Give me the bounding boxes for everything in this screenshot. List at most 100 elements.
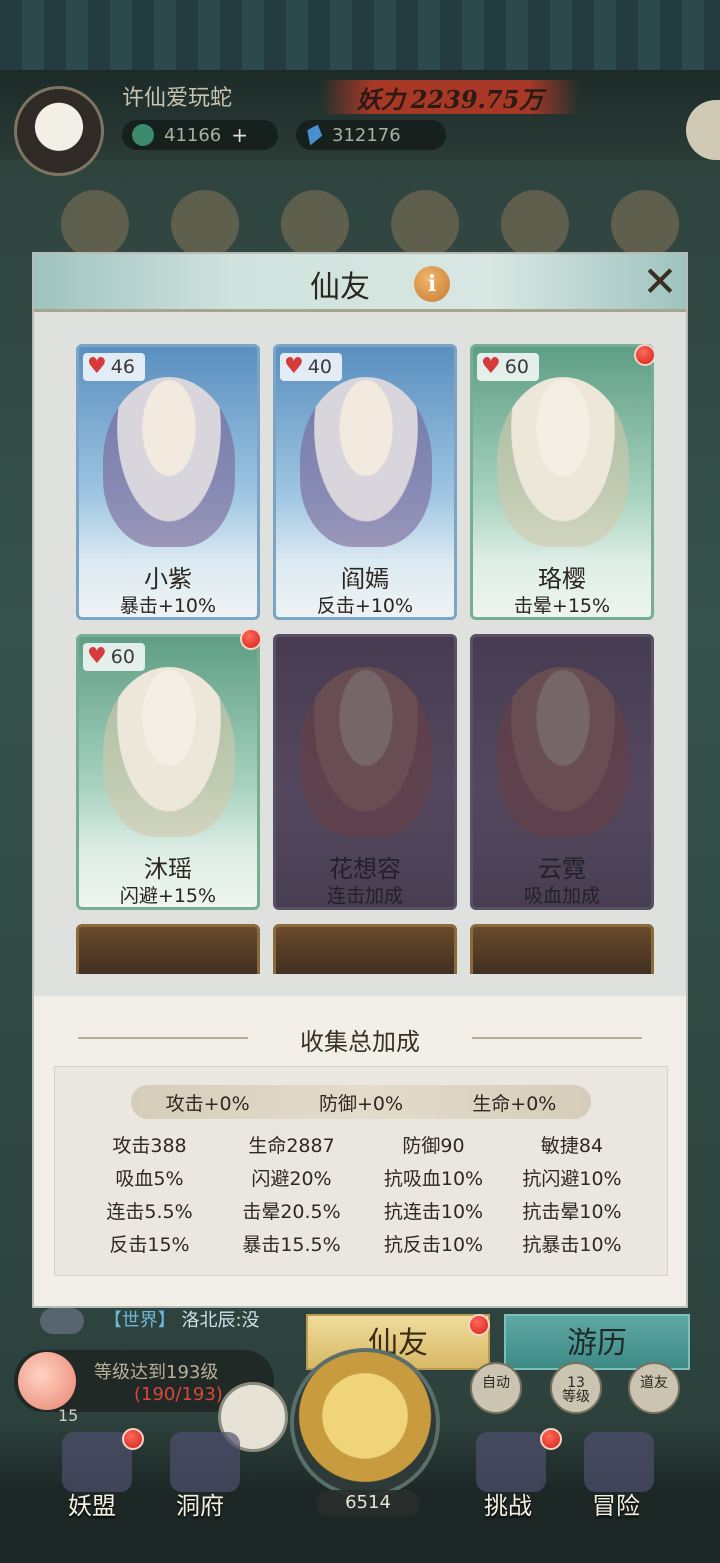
stat-value: 抗击晕10%	[522, 1201, 622, 1223]
collection-title: 收集总加成	[300, 1028, 420, 1056]
gem-value: 312176	[332, 124, 401, 146]
power-display: 妖力 2239.75万	[320, 80, 580, 114]
companion-bonus: 暴击+10%	[119, 595, 217, 617]
affection-badge: ♥ 60	[477, 353, 539, 381]
summary-attack: 攻击+0%	[165, 1092, 250, 1115]
nav-tiaozhan[interactable]: 挑战	[484, 1486, 532, 1521]
affection-badge: ♥ 46	[83, 353, 145, 381]
daoyou-button[interactable]: 道友	[628, 1362, 680, 1414]
companion-card-muyao[interactable]: ♥ 60 沐瑶 闪避+15%	[76, 634, 260, 910]
close-icon[interactable]: ✕	[638, 260, 682, 304]
heart-icon: ♥	[284, 354, 304, 379]
companion-card-partial[interactable]	[76, 924, 260, 974]
companion-bonus: 击晕+15%	[513, 595, 611, 617]
affection-badge: ♥ 40	[280, 353, 342, 381]
companion-name: 阎嫣	[341, 565, 389, 593]
coin-icon	[132, 124, 154, 146]
companion-portrait	[497, 377, 629, 547]
companion-name: 云霓	[538, 855, 586, 883]
companion-card-xiaozi[interactable]: ♥ 46 小紫 暴击+10%	[76, 344, 260, 620]
level-task-text: 等级达到193级	[94, 1362, 219, 1383]
affection-value: 60	[504, 356, 529, 378]
companion-name: 花想容	[329, 855, 401, 883]
heart-icon: ♥	[87, 354, 107, 379]
add-coins-button[interactable]: +	[231, 123, 248, 147]
notification-dot	[240, 628, 262, 650]
modal-title: 仙友	[310, 270, 370, 305]
gem-counter: 312176	[296, 120, 446, 150]
coin-value: 41166	[164, 124, 222, 146]
stat-value: 闪避20%	[251, 1168, 332, 1190]
companion-card-luoying[interactable]: ♥ 60 珞樱 击晕+15%	[470, 344, 654, 620]
auto-label: 自动	[482, 1375, 510, 1391]
companion-card-partial[interactable]	[470, 924, 654, 974]
collection-summary: 攻击+0% 防御+0% 生命+0%	[131, 1085, 591, 1119]
companion-card-yanyan[interactable]: ♥ 40 阎嫣 反击+10%	[273, 344, 457, 620]
companion-card-yunni[interactable]: 云霓 吸血加成	[470, 634, 654, 910]
stat-value: 抗反击10%	[383, 1234, 484, 1256]
power-value: 2239.75万	[410, 84, 544, 114]
nav-maoxian[interactable]: 冒险	[592, 1486, 640, 1521]
stat-value: 暴击15.5%	[242, 1234, 341, 1256]
dongfu-icon[interactable]	[170, 1432, 240, 1492]
affection-value: 40	[307, 356, 332, 378]
collection-stats-box: 攻击+0% 防御+0% 生命+0% 攻击388 生命2887 防御90 敏捷84…	[54, 1066, 668, 1276]
coin-counter: 41166 +	[122, 120, 278, 150]
heart-icon: ♥	[481, 354, 501, 379]
auto-button[interactable]: 自动	[470, 1362, 522, 1414]
collection-bonus-panel: 收集总加成 攻击+0% 防御+0% 生命+0% 攻击388 生命2887 防御9…	[34, 996, 686, 1306]
activity-icon[interactable]	[171, 190, 239, 258]
tiaozhan-icon[interactable]	[476, 1432, 546, 1492]
notification-dot	[540, 1428, 562, 1450]
companion-grid[interactable]: ♥ 46 小紫 暴击+10% ♥ 40 阎嫣 反击+10% ♥ 60 珞樱 击晕+15…	[76, 344, 654, 974]
stat-value: 抗闪避10%	[522, 1168, 622, 1190]
activity-icon[interactable]	[501, 190, 569, 258]
notification-dot	[122, 1428, 144, 1450]
companion-bonus: 反击+10%	[316, 595, 414, 617]
companion-portrait	[300, 377, 432, 547]
affection-value: 46	[110, 356, 135, 378]
affection-value: 60	[110, 646, 135, 668]
activity-icon[interactable]	[611, 190, 679, 258]
activity-icons-row	[40, 190, 700, 260]
stats-grid: 攻击388 生命2887 防御90 敏捷84 吸血5% 闪避20% 抗吸血10%…	[81, 1133, 651, 1258]
notification-dot	[634, 344, 654, 366]
companion-portrait	[103, 667, 235, 837]
tab-youli[interactable]: 游历	[504, 1314, 690, 1370]
activity-icon[interactable]	[61, 190, 129, 258]
summary-hp: 生命+0%	[472, 1092, 557, 1115]
activity-icon[interactable]	[391, 190, 459, 258]
chat-bubble-icon[interactable]	[40, 1308, 84, 1334]
affection-badge: ♥ 60	[83, 643, 145, 671]
companion-bonus: 闪避+15%	[119, 885, 217, 907]
stat-value: 反击15%	[109, 1234, 190, 1256]
stat-value: 连击5.5%	[106, 1201, 193, 1223]
chat-text: 洛北辰:没	[181, 1310, 260, 1331]
stat-value: 敏捷84	[540, 1135, 604, 1157]
axe-main-button[interactable]	[290, 1348, 440, 1498]
companion-bonus: 吸血加成	[523, 885, 600, 907]
grade-label: 等级	[562, 1389, 590, 1405]
stat-value: 防御90	[402, 1135, 465, 1157]
stat-value: 抗暴击10%	[522, 1234, 622, 1256]
nav-yaomeng[interactable]: 妖盟	[68, 1486, 116, 1521]
summary-defense: 防御+0%	[318, 1092, 404, 1115]
player-avatar[interactable]	[14, 86, 104, 176]
xianyou-modal: 仙友 i ✕ ♥ 46 小紫 暴击+10% ♥ 40 阎嫣 反击+10% ♥ 60 珞…	[32, 252, 688, 1308]
divider	[472, 1037, 642, 1039]
companion-card-huaxiangrong[interactable]: 花想容 连击加成	[273, 634, 457, 910]
grade-button[interactable]: 13 等级	[550, 1362, 602, 1414]
companion-card-partial[interactable]	[273, 924, 457, 974]
activity-icon[interactable]	[281, 190, 349, 258]
stat-value: 攻击388	[112, 1135, 187, 1157]
chat-channel: 【世界】	[103, 1310, 176, 1331]
stat-value: 吸血5%	[115, 1168, 184, 1190]
companion-bonus: 连击加成	[326, 885, 403, 907]
maoxian-icon[interactable]	[584, 1432, 654, 1492]
nav-dongfu[interactable]: 洞府	[176, 1486, 224, 1521]
info-icon[interactable]: i	[414, 266, 450, 302]
stat-value: 生命2887	[248, 1135, 335, 1157]
stat-value: 击晕20.5%	[242, 1201, 341, 1223]
peach-icon	[18, 1352, 76, 1410]
level-progress: (190/193)	[134, 1384, 223, 1405]
